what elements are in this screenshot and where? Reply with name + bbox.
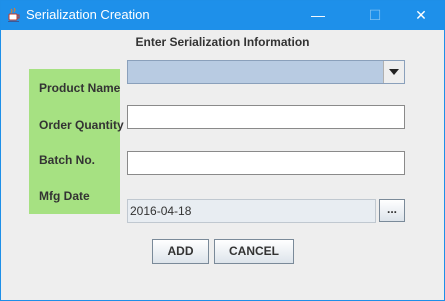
window-title: Serialization Creation — [26, 7, 150, 22]
maximize-button[interactable]: ☐ — [358, 1, 392, 30]
combobox-dropdown-button[interactable] — [383, 61, 404, 83]
batch-no-field[interactable] — [127, 151, 405, 175]
order-quantity-label: Order Quantity — [39, 118, 124, 132]
add-button[interactable]: ADD — [152, 239, 209, 264]
minimize-button[interactable]: — — [301, 1, 335, 30]
batch-no-label: Batch No. — [39, 153, 96, 167]
serialization-window: Serialization Creation — ☐ ✕ Enter Seria… — [0, 0, 445, 301]
mfg-date-field[interactable]: 2016-04-18 — [127, 199, 376, 223]
java-coffee-cup-icon — [6, 7, 22, 23]
date-picker-button[interactable]: ... — [379, 199, 405, 222]
product-name-combobox[interactable] — [127, 60, 405, 84]
cancel-button[interactable]: CANCEL — [214, 239, 294, 264]
close-button[interactable]: ✕ — [404, 1, 438, 30]
order-quantity-field[interactable] — [127, 105, 405, 129]
form-heading: Enter Serialization Information — [135, 35, 310, 49]
mfg-date-label: Mfg Date — [39, 189, 90, 203]
chevron-down-icon — [389, 69, 399, 75]
title-bar[interactable]: Serialization Creation — ☐ ✕ — [1, 1, 444, 30]
product-name-label: Product Name — [39, 81, 121, 95]
